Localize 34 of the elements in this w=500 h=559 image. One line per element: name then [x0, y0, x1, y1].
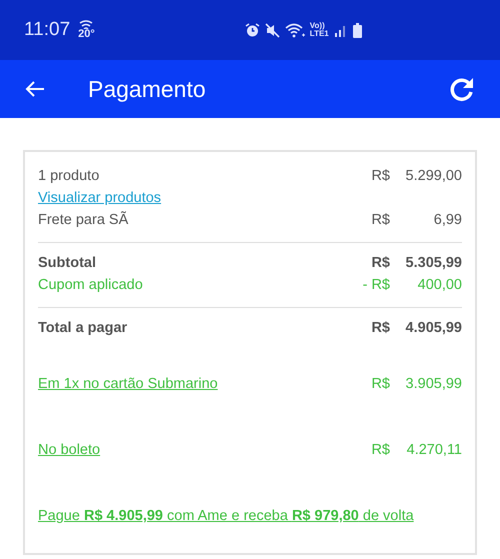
summary-label: Subtotal	[38, 254, 96, 274]
amount-value: 5.299,00	[404, 167, 462, 186]
amount-value: 4.270,11	[406, 441, 462, 460]
mute-icon	[264, 22, 280, 38]
summary-label: Frete para SÃ	[38, 210, 128, 230]
payment-option-link[interactable]: Pague R$ 4.905,99 com Ame e receba R$ 979,80 de volta	[38, 506, 414, 528]
currency-label: R$	[370, 319, 390, 338]
temperature: 20°	[78, 29, 95, 40]
signal-icon	[334, 23, 348, 37]
battery-icon	[352, 22, 362, 38]
amount-value: 5.305,99	[404, 254, 462, 274]
currency-label: R$	[370, 211, 390, 230]
payment-option-link[interactable]: Em 1x no cartão Submarino	[38, 374, 218, 396]
amount-value: 4.905,99	[404, 319, 462, 338]
currency-label: R$	[370, 254, 390, 274]
view-products-link[interactable]: Visualizar produtos	[38, 188, 162, 210]
amount-value: 3.905,99	[404, 375, 462, 394]
clock: 11:07	[24, 18, 70, 42]
network-label: LTE1	[310, 30, 329, 38]
wifi-icon	[284, 22, 305, 38]
refresh-icon	[449, 76, 475, 102]
volte-label: Vo))	[310, 22, 326, 30]
currency-label: R$	[370, 167, 390, 186]
summary-label: Total a pagar	[38, 319, 128, 338]
summary-label: 1 produto	[38, 167, 100, 186]
currency-label: - R$	[362, 276, 390, 296]
amount-value: 400,00	[416, 276, 462, 296]
payment-option-link[interactable]: No boleto	[38, 440, 100, 462]
alarm-icon	[244, 22, 260, 38]
page-title: Pagamento	[88, 74, 206, 104]
currency-label: R$	[370, 441, 390, 460]
amount-value: 6,99	[432, 211, 462, 230]
summary-label: Cupom aplicado	[38, 276, 143, 296]
currency-label: R$	[370, 375, 390, 394]
